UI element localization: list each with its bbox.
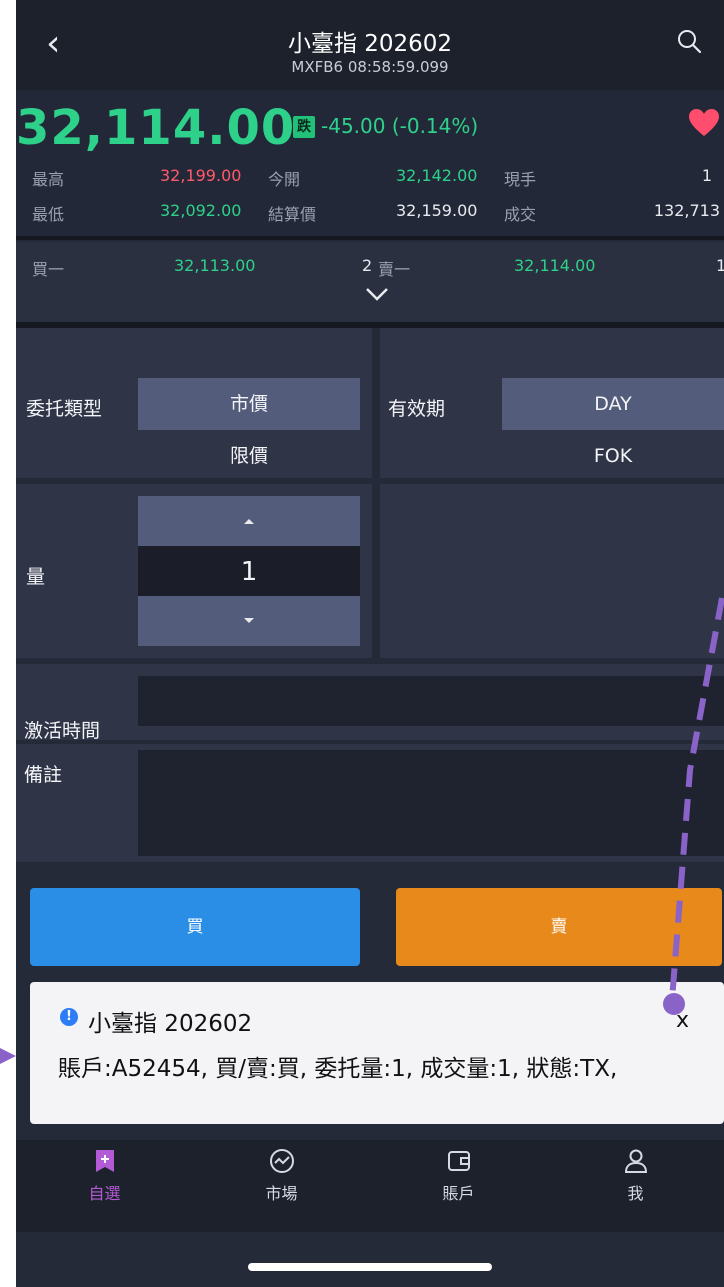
annotation-dashed-line — [663, 597, 724, 1015]
